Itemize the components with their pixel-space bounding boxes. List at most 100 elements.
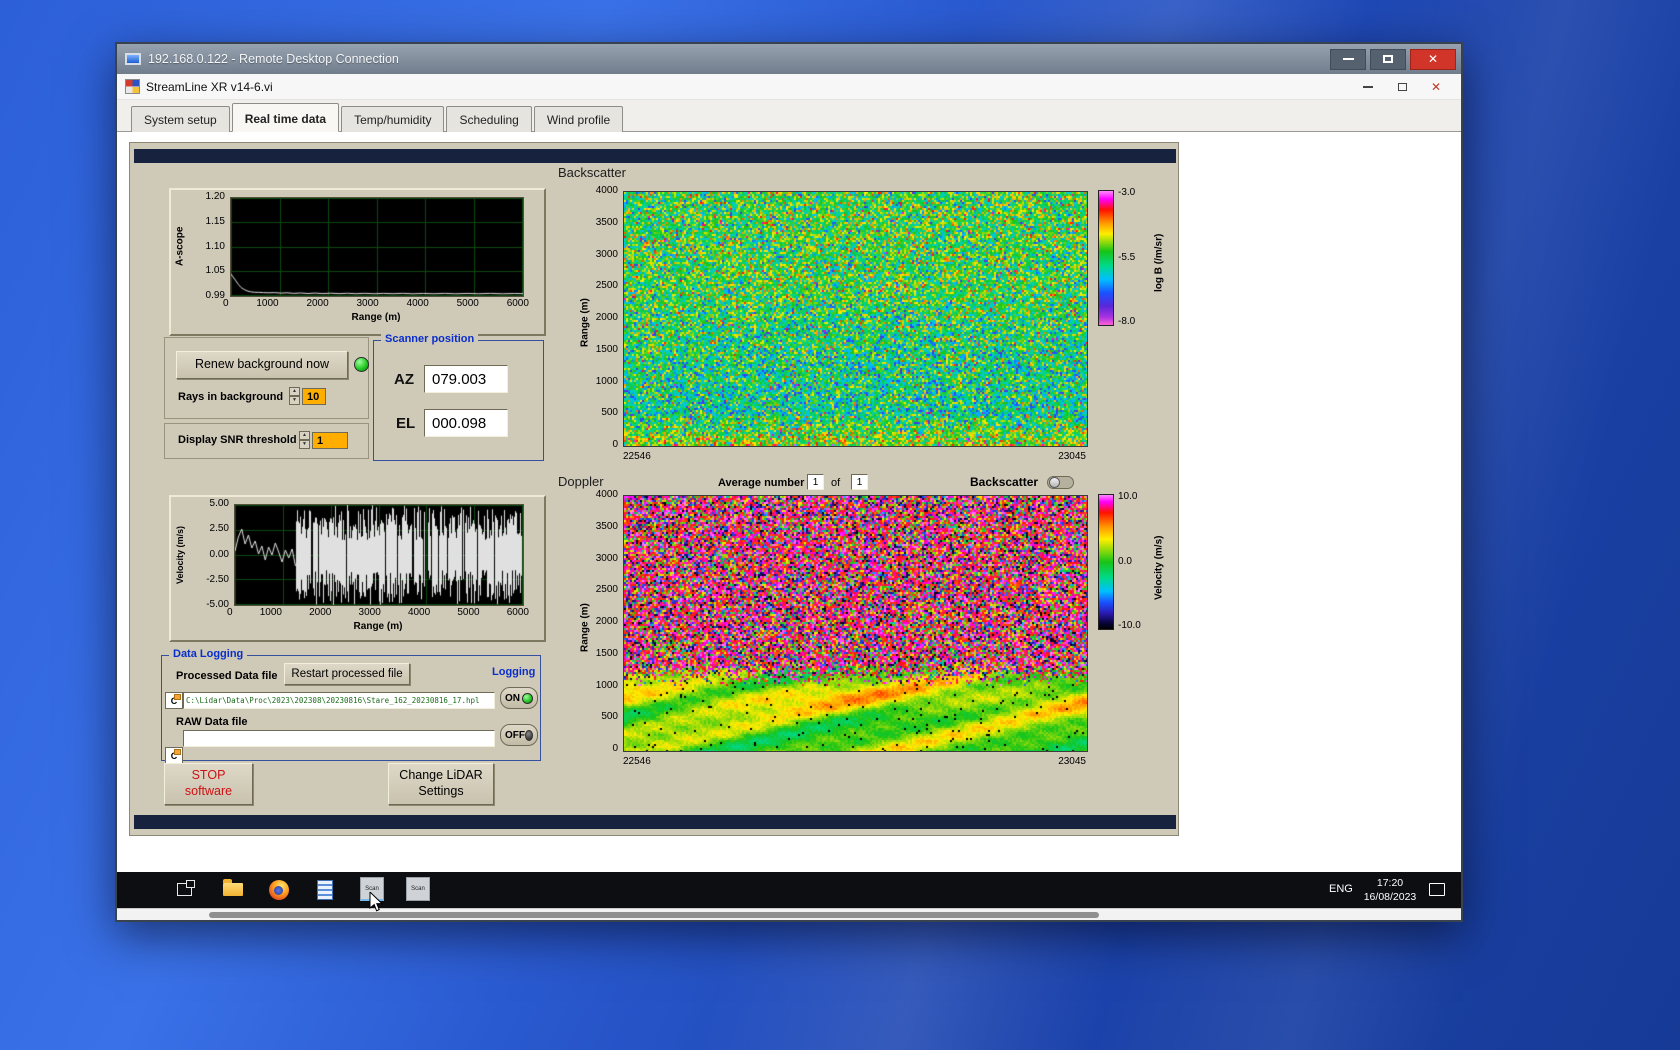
- app-content: A-scope 1.20 1.15 1.10 1.05 0.99 0 1000 2000 30…: [117, 132, 1461, 872]
- tick-label: 0: [223, 298, 229, 309]
- tick-label: -10.0: [1118, 620, 1141, 631]
- tick-label: 4000: [406, 298, 429, 309]
- doppler-y-ticks: 4000 3500 3000 2500 2000 1500 1000 500 0: [586, 489, 618, 754]
- restart-processed-file-button[interactable]: Restart processed file: [284, 663, 410, 685]
- tick-label: 2000: [595, 312, 618, 323]
- tick-label: 23045: [1058, 756, 1086, 767]
- processed-data-file-label: Processed Data file: [176, 670, 278, 682]
- tick-label: 2000: [306, 298, 329, 309]
- average-of-label: of: [831, 477, 841, 489]
- app-minimize-button[interactable]: [1351, 76, 1385, 98]
- firefox-icon[interactable]: [269, 880, 289, 900]
- tab-system-setup[interactable]: System setup: [131, 106, 230, 132]
- az-value-field[interactable]: 079.003: [424, 365, 508, 393]
- tab-strip: System setup Real time data Temp/humidit…: [117, 100, 1461, 132]
- tab-real-time-data[interactable]: Real time data: [231, 103, 340, 132]
- app-titlebar[interactable]: StreamLine XR v14-6.vi ✕: [117, 74, 1461, 100]
- processed-logging-toggle[interactable]: ON: [500, 687, 538, 709]
- tick-label: 10.0: [1118, 491, 1138, 502]
- scan-app-icon-2[interactable]: Scan: [406, 877, 430, 901]
- tick-label: 2.50: [209, 523, 229, 535]
- el-label: EL: [396, 415, 416, 432]
- velocity-y-ticks: 5.00 2.50 0.00 -2.50 -5.00: [193, 498, 229, 610]
- tick-label: 1500: [595, 343, 618, 355]
- app-close-button[interactable]: ✕: [1419, 76, 1453, 98]
- tick-label: 1.15: [205, 215, 225, 227]
- document-app-icon[interactable]: [317, 880, 333, 900]
- rdp-horizontal-scrollbar[interactable]: [117, 908, 1461, 920]
- processed-path-text: C:\Lidar\Data\Proc\2023\202308\20230816\…: [186, 696, 480, 705]
- renew-background-button[interactable]: Renew background now: [176, 351, 348, 379]
- taskbar: Scan Scan ENG 17:20 16/08/2023: [117, 872, 1461, 908]
- stop-software-button[interactable]: STOP software: [164, 763, 253, 805]
- scanner-position-title: Scanner position: [381, 333, 479, 345]
- backscatter-colorbar: [1098, 190, 1114, 326]
- stop-line2: software: [184, 784, 233, 798]
- rdp-titlebar[interactable]: 192.168.0.122 - Remote Desktop Connectio…: [117, 44, 1461, 74]
- document-icon: [317, 880, 333, 900]
- raw-path-browse-button[interactable]: C: [165, 747, 183, 764]
- increment-icon[interactable]: ▲: [299, 431, 310, 440]
- rdp-window-buttons: ✕: [1330, 48, 1456, 70]
- on-label: ON: [505, 692, 520, 704]
- labview-vi-icon: [125, 79, 140, 94]
- ascope-x-ticks: 0 1000 2000 3000 4000 5000 6000: [223, 298, 529, 309]
- velocity-chart: Velocity (m/s) 5.00 2.50 0.00 -2.50 -5.00 0 1…: [169, 495, 546, 642]
- panel-top-band: [134, 149, 1176, 163]
- cursor-icon: [369, 892, 384, 912]
- tab-scheduling[interactable]: Scheduling: [446, 106, 532, 132]
- tick-label: 4000: [595, 489, 618, 500]
- change-line1: Change LiDAR: [399, 768, 483, 783]
- data-logging-title: Data Logging: [169, 648, 248, 660]
- scan-app-label: Scan: [411, 886, 425, 892]
- change-lidar-settings-button[interactable]: Change LiDAR Settings: [388, 763, 494, 805]
- average-count-field[interactable]: 1: [851, 474, 868, 490]
- rays-value-field[interactable]: 10: [302, 388, 326, 405]
- tick-label: -3.0: [1118, 187, 1136, 198]
- velocity-x-ticks: 0 1000 2000 3000 4000 5000 6000: [227, 607, 529, 618]
- tick-label: 3000: [356, 298, 379, 309]
- el-value-field[interactable]: 000.098: [424, 409, 508, 437]
- backscatter-toggle[interactable]: [1047, 476, 1074, 489]
- raw-path-field[interactable]: [183, 730, 495, 747]
- clock-date: 16/08/2023: [1363, 891, 1417, 904]
- tick-label: -5.5: [1118, 251, 1136, 263]
- scrollbar-thumb[interactable]: [209, 912, 1099, 918]
- task-view-icon[interactable]: [177, 880, 195, 896]
- decrement-icon[interactable]: ▼: [299, 440, 310, 449]
- file-explorer-icon[interactable]: [223, 879, 243, 896]
- data-logging-group: Data Logging Processed Data file Restart…: [161, 648, 541, 764]
- rays-stepper[interactable]: ▲ ▼: [289, 387, 300, 405]
- snr-value-field[interactable]: 1: [312, 432, 348, 449]
- processed-path-field[interactable]: C:\Lidar\Data\Proc\2023\202308\20230816\…: [183, 692, 495, 709]
- backscatter-toggle-label: Backscatter: [970, 475, 1039, 489]
- tick-label: 4000: [595, 185, 618, 196]
- language-indicator[interactable]: ENG: [1329, 883, 1353, 895]
- backscatter-colorbar-label: log B (/m/sr): [1153, 233, 1165, 293]
- app-title: StreamLine XR v14-6.vi: [146, 79, 273, 94]
- snr-stepper[interactable]: ▲ ▼: [299, 431, 310, 449]
- tick-label: 500: [601, 711, 618, 723]
- processed-path-browse-button[interactable]: C: [165, 692, 183, 709]
- computer-icon: [125, 53, 141, 65]
- notification-glyph: [1429, 883, 1445, 896]
- decrement-icon[interactable]: ▼: [289, 396, 300, 405]
- app-restore-button[interactable]: [1385, 76, 1419, 98]
- tab-temp-humidity[interactable]: Temp/humidity: [341, 106, 445, 132]
- rdp-minimize-button[interactable]: [1330, 48, 1366, 70]
- scan-app-label: Scan: [365, 885, 379, 892]
- rdp-close-button[interactable]: ✕: [1410, 48, 1456, 70]
- tab-wind-profile[interactable]: Wind profile: [533, 106, 624, 132]
- average-number-field[interactable]: 1: [807, 474, 824, 490]
- backscatter-colorbar-ticks: -3.0 -5.5 -8.0: [1118, 187, 1148, 327]
- velocity-x-axis-label: Range (m): [353, 621, 403, 632]
- taskbar-clock[interactable]: 17:20 16/08/2023: [1357, 876, 1423, 904]
- tick-label: 5.00: [209, 498, 229, 509]
- raw-data-file-label: RAW Data file: [176, 716, 248, 728]
- raw-logging-toggle[interactable]: OFF: [500, 724, 538, 746]
- notification-center-icon[interactable]: [1429, 883, 1445, 896]
- tick-label: 6000: [506, 298, 529, 309]
- rdp-maximize-button[interactable]: [1370, 48, 1406, 70]
- folder-icon: [223, 879, 243, 896]
- increment-icon[interactable]: ▲: [289, 387, 300, 396]
